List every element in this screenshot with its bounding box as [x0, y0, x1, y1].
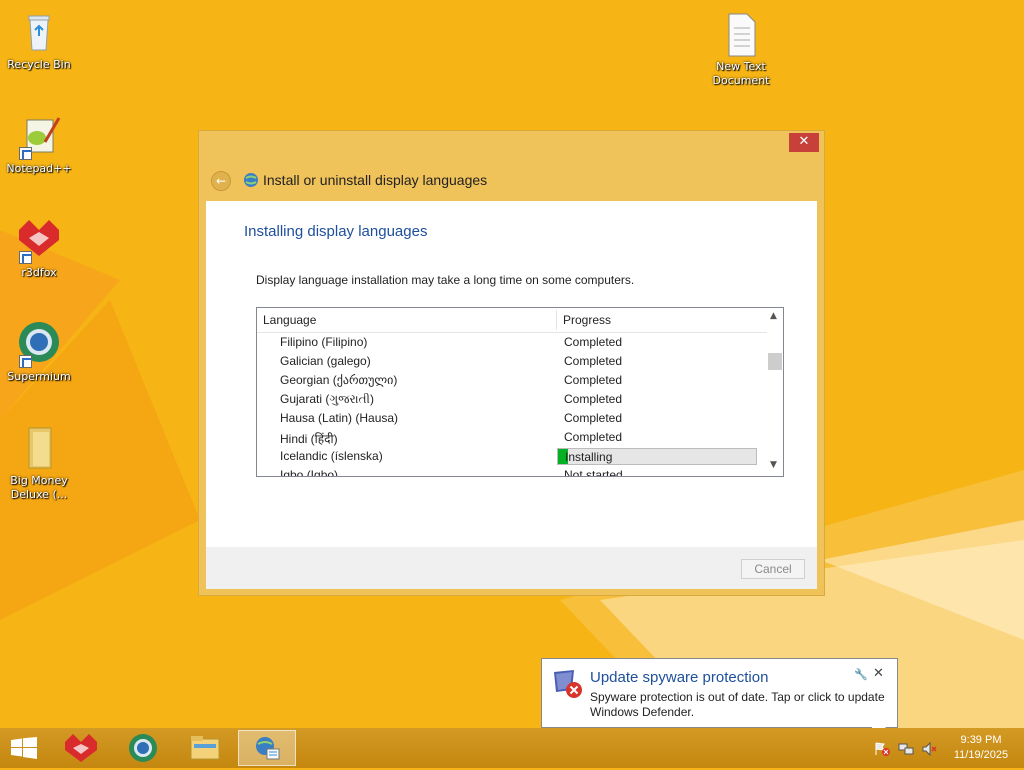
scroll-up-arrow-icon[interactable]: ▲	[770, 311, 777, 321]
progress-status: Installing	[565, 450, 613, 464]
desktop-icon-r3dfox[interactable]: r3dfox	[1, 216, 77, 280]
shortcut-arrow-icon	[19, 147, 32, 160]
notification-close-button[interactable]: ✕	[873, 666, 884, 681]
progress-status: Completed	[564, 335, 623, 349]
desktop-icon-label: New Text Document	[712, 60, 770, 87]
language-globe-icon	[243, 172, 259, 188]
scroll-down-arrow-icon[interactable]: ▼	[770, 460, 777, 470]
notification-body: Spyware protection is out of date. Tap o…	[590, 690, 885, 719]
window-content: Installing display languages Display lan…	[206, 201, 817, 547]
wrench-icon[interactable]: 🔧	[854, 668, 868, 681]
language-progress-list[interactable]: Language Progress Filipino (Filipino) Co…	[256, 307, 784, 477]
notification-title: Update spyware protection	[590, 669, 769, 686]
list-item[interactable]: Galician (galego) Completed	[257, 352, 767, 371]
language-name: Galician (galego)	[280, 354, 371, 368]
shortcut-arrow-icon	[19, 355, 32, 368]
language-name: Hindi (हिंदी)	[280, 432, 338, 446]
info-text: Display language installation may take a…	[256, 273, 635, 287]
language-name: Hausa (Latin) (Hausa)	[280, 411, 399, 425]
text-document-icon	[717, 10, 765, 58]
list-item[interactable]: Igbo (Igbo) Not started	[257, 466, 767, 477]
back-button[interactable]: ←	[211, 171, 231, 191]
progress-status: Completed	[564, 373, 623, 387]
install-progress-bar: Installing	[557, 448, 757, 465]
cancel-button[interactable]: Cancel	[741, 559, 805, 579]
install-languages-window: ✕ ← Install or uninstall display languag…	[198, 130, 825, 596]
page-heading: Installing display languages	[244, 223, 428, 240]
notification-balloon[interactable]: Update spyware protection Spyware protec…	[541, 658, 898, 728]
desktop-icon-label: r3dfox	[21, 266, 57, 279]
progress-status: Completed	[564, 354, 623, 368]
taskbar-language-settings[interactable]	[238, 730, 296, 766]
scrollbar-thumb[interactable]	[768, 353, 782, 370]
column-divider[interactable]	[556, 310, 557, 330]
shortcut-arrow-icon	[19, 251, 32, 264]
list-item[interactable]: Gujarati (ગુજરાતી) Completed	[257, 390, 767, 409]
language-name: Filipino (Filipino)	[280, 335, 368, 349]
taskbar-supermium[interactable]	[120, 730, 166, 766]
desktop-icon-notepad-plus-plus[interactable]: Notepad++	[1, 112, 77, 176]
progress-status: Completed	[564, 430, 623, 444]
window-title: Install or uninstall display languages	[263, 172, 488, 188]
taskbar-r3dfox[interactable]	[58, 730, 104, 766]
list-item[interactable]: Icelandic (íslenska) Installing	[257, 447, 767, 466]
progress-status: Not started	[564, 468, 623, 477]
clock-time: 9:39 PM	[960, 734, 1002, 746]
vertical-scrollbar[interactable]: ▲ ▼	[767, 308, 783, 476]
list-item[interactable]: Filipino (Filipino) Completed	[257, 333, 767, 352]
desktop-icon-recycle-bin[interactable]: Recycle Bin	[1, 8, 77, 72]
recycle-bin-icon	[15, 8, 63, 56]
language-name: Gujarati (ગુજરાતી)	[280, 392, 374, 406]
r3dfox-icon	[15, 216, 63, 264]
windows-defender-warning-icon	[552, 668, 584, 700]
taskbar: 9:39 PM 11/19/2025	[0, 728, 1024, 768]
system-clock[interactable]: 9:39 PM 11/19/2025	[946, 733, 1016, 763]
desktop-icon-new-text-document[interactable]: New Text Document	[703, 10, 779, 88]
desktop-icon-label: Supermium	[7, 370, 71, 383]
desktop-icon-big-money-deluxe[interactable]: Big Money Deluxe (...	[1, 424, 77, 502]
language-name: Icelandic (íslenska)	[280, 449, 383, 463]
list-item[interactable]: Hindi (हिंदी) Completed	[257, 428, 767, 447]
taskbar-file-explorer[interactable]	[182, 730, 228, 766]
action-center-flag-icon[interactable]	[874, 741, 890, 756]
supermium-icon	[15, 320, 63, 368]
volume-muted-icon[interactable]	[922, 741, 938, 757]
column-header-language[interactable]: Language	[263, 313, 316, 327]
clock-date: 11/19/2025	[953, 749, 1009, 761]
folder-icon	[15, 424, 63, 472]
start-button[interactable]	[10, 737, 38, 759]
list-item[interactable]: Georgian (ქართული) Completed	[257, 371, 767, 390]
language-name: Igbo (Igbo)	[280, 468, 339, 477]
list-header: Language Progress	[257, 308, 767, 333]
notepad-plus-plus-icon	[15, 112, 63, 160]
desktop-icon-supermium[interactable]: Supermium	[1, 320, 77, 384]
desktop-icon-label: Notepad++	[6, 162, 72, 175]
close-button[interactable]: ✕	[789, 133, 819, 152]
column-header-progress[interactable]: Progress	[563, 313, 611, 327]
network-icon[interactable]	[898, 741, 914, 755]
progress-status: Completed	[564, 392, 623, 406]
progress-status: Completed	[564, 411, 623, 425]
desktop-icon-label: Big Money Deluxe (...	[10, 474, 68, 501]
desktop-icon-label: Recycle Bin	[7, 58, 71, 71]
language-name: Georgian (ქართული)	[280, 373, 398, 387]
window-footer: Cancel	[206, 547, 817, 589]
list-item[interactable]: Hausa (Latin) (Hausa) Completed	[257, 409, 767, 428]
